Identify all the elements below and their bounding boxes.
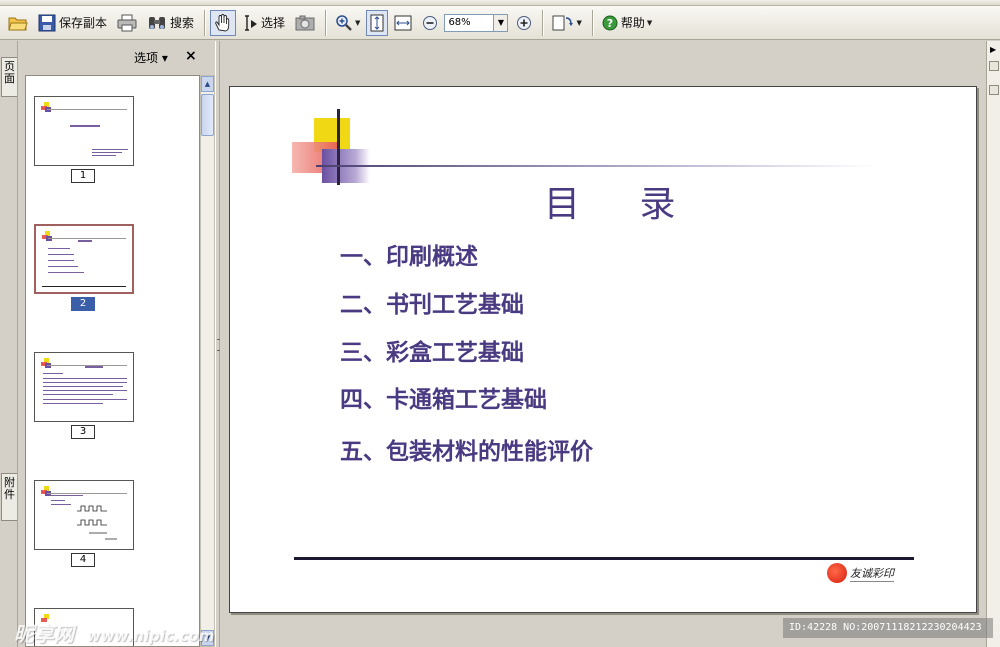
thumbnail-scrollbar[interactable]: ▲ ▼ [200,75,215,647]
zoom-control: 68% ▼ [444,13,509,32]
splitter-grip[interactable] [217,339,219,351]
decor-bottom-line [294,557,914,560]
toc-item-3: 三、彩盒工艺基础 [340,340,524,366]
site-url: www.nipic.com [86,627,215,645]
binoculars-icon [149,16,166,29]
page-rotate-icon [552,15,574,30]
folder-open-icon [8,17,28,30]
hand-icon [215,13,230,31]
expand-arrow-icon[interactable]: ▶ [990,45,996,54]
help-icon: ? [602,15,618,30]
site-watermark: 昵享网 www.nipic.com [14,618,214,647]
company-logo: 友诚彩印 [827,563,894,583]
toc-item-2: 二、书刊工艺基础 [340,292,524,318]
close-icon[interactable]: × [185,48,197,64]
camera-icon [295,15,315,30]
pages-tab[interactable]: 页面 [1,57,17,97]
slide-page: 目 录 一、印刷概述 二、书刊工艺基础 三、彩盒工艺基础 四、卡通箱工艺基础 五… [229,86,977,613]
search-button[interactable]: 搜索 [143,10,198,36]
zoom-dropdown-button[interactable]: ▼ [494,13,509,32]
rotate-view-button[interactable]: ▼ [548,10,585,36]
page-number-label: 1 [71,169,95,183]
logo-circle-icon [827,563,847,583]
page-thumbnail[interactable] [34,480,134,550]
scroll-up-button[interactable]: ▲ [201,76,214,92]
page-thumbnail-selected[interactable] [34,224,134,294]
page-thumbnail[interactable] [34,352,134,422]
hand-tool-button[interactable] [210,9,237,36]
help-button[interactable]: ? 帮助 ▼ [598,10,656,36]
zoom-level-input[interactable]: 68% [444,13,495,32]
diagram-sketch [77,505,117,540]
thumbnail-list: 1 2 3 4 [25,75,200,647]
toolbar-separator [591,9,594,36]
svg-text:?: ? [607,17,613,30]
decor-vertical-line [337,109,340,185]
tool-icon[interactable] [989,61,999,71]
minus-circle-icon [423,15,438,30]
slide-decoration [41,358,53,370]
chevron-down-icon[interactable]: ▼ [355,19,360,27]
select-tool-button[interactable]: 选择 [238,10,289,36]
printer-icon [117,14,137,31]
print-button[interactable] [113,10,141,36]
snapshot-button[interactable] [291,10,319,36]
attachments-tab[interactable]: 附件 [1,473,17,521]
toolbar-separator [204,9,207,36]
toolbar-separator [325,9,328,36]
select-tool-label: 选择 [261,16,286,30]
fit-width-icon [394,15,412,30]
save-copy-label: 保存副本 [59,16,108,30]
toc-item-1: 一、印刷概述 [340,244,478,270]
zoom-out-button[interactable] [418,10,442,36]
toolbar: 保存副本 搜索 选择 ▼ 68% ▼ ▼ ? 帮助 ▼ [0,6,1000,40]
chevron-down-icon[interactable]: ▼ [647,19,652,27]
pages-panel-header: 选项 ▾ × [19,41,215,73]
toc-item-4: 四、卡通箱工艺基础 [340,387,547,413]
page-thumbnail[interactable] [34,96,134,166]
zoom-in-button[interactable] [512,10,536,36]
site-name: 昵享网 [14,622,74,646]
chevron-down-icon[interactable]: ▼ [576,19,581,27]
save-copy-button[interactable]: 保存副本 [34,10,111,36]
actual-size-button[interactable] [366,9,389,36]
slide-decoration [42,231,54,243]
image-id-watermark: ID:42228 NO:20071118212230204423 [783,618,993,638]
open-button[interactable] [4,10,32,36]
help-label: 帮助 [620,16,645,30]
pages-panel: 选项 ▾ × 1 2 3 4 ▲ ▼ [19,41,215,647]
decor-horizontal-line [316,165,876,167]
slide-decoration [41,486,53,498]
tool-icon[interactable] [989,85,999,95]
right-tool-strip: ▶ [986,41,1000,647]
page-number-label: 2 [71,297,95,311]
slide-decoration [41,102,53,114]
zoom-in-tool-button[interactable]: ▼ [331,10,364,36]
slide-title: 目 录 [544,184,700,225]
plus-circle-icon [517,15,532,30]
page-number-label: 4 [71,553,95,567]
floppy-disk-icon [38,14,56,31]
text-select-icon [245,14,258,31]
search-label: 搜索 [170,16,195,30]
panel-splitter[interactable] [215,41,220,647]
toolbar-separator [542,9,545,36]
scrollbar-thumb[interactable] [201,94,214,136]
magnifier-plus-icon [336,14,352,31]
fit-page-icon [370,14,384,31]
options-menu[interactable]: 选项 ▾ [134,49,168,66]
logo-text: 友诚彩印 [850,566,894,582]
navigation-tab-strip: 页面 附件 [0,41,18,647]
toc-item-5: 五、包装材料的性能评价 [340,439,593,465]
page-number-label: 3 [71,425,95,439]
fit-width-button[interactable] [390,10,416,36]
